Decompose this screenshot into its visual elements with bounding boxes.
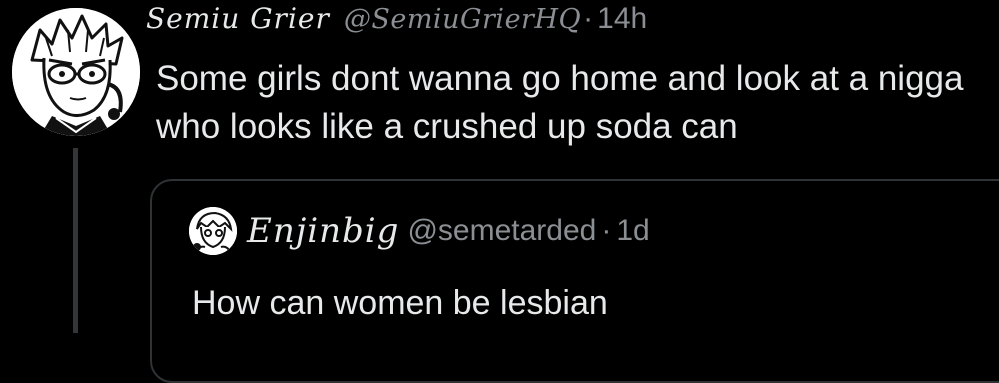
tweet[interactable]: Semiu Grier @SemiuGrierHQ · 14h Some gir…	[0, 0, 999, 383]
anime-character-avatar-icon	[12, 8, 140, 136]
quoted-author-handle[interactable]: @semetarded	[407, 214, 596, 248]
author-display-name[interactable]: Semiu Grier	[146, 2, 330, 35]
thread-line	[73, 148, 78, 333]
quoted-separator-dot: ·	[601, 214, 612, 247]
separator-dot: ·	[583, 2, 594, 35]
quoted-author-avatar[interactable]	[189, 207, 237, 255]
author-avatar[interactable]	[12, 8, 140, 136]
quoted-tweet-text: How can women be lesbian	[192, 284, 608, 322]
tweet-header: Semiu Grier @SemiuGrierHQ · 14h	[146, 2, 647, 46]
quoted-tweet[interactable]: Enjinbig @semetarded · 1d How can women …	[150, 179, 999, 383]
quoted-tweet-timestamp[interactable]: 1d	[616, 214, 649, 248]
quoted-author-display-name[interactable]: Enjinbig	[247, 211, 399, 251]
quoted-tweet-header: Enjinbig @semetarded · 1d	[189, 201, 650, 261]
tweet-text: Some girls dont wanna go home and look a…	[156, 59, 964, 146]
author-handle[interactable]: @SemiuGrierHQ	[344, 4, 581, 35]
tweet-timestamp[interactable]: 14h	[597, 2, 647, 36]
anime-character-avatar-icon	[189, 207, 237, 255]
